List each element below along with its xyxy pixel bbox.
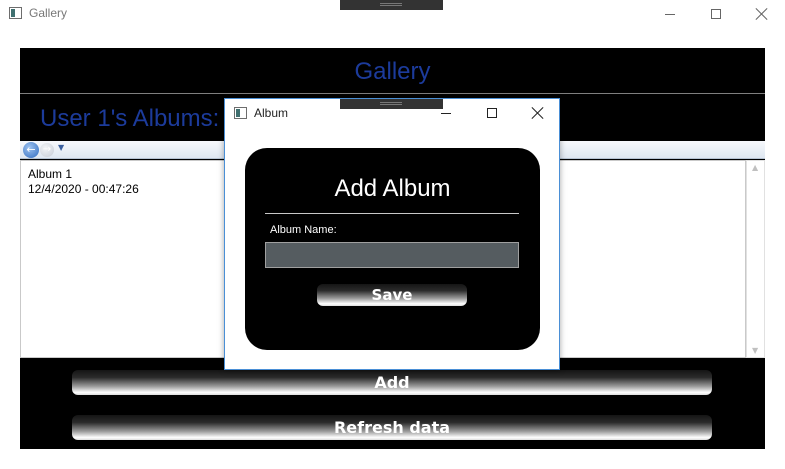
- add-album-dialog: Album Add Album Album Name: Save: [224, 98, 560, 370]
- divider: [265, 213, 519, 214]
- app-icon: [234, 107, 247, 119]
- maximize-button[interactable]: [693, 0, 739, 28]
- close-icon: [756, 8, 768, 20]
- album-name-label: Album Name:: [270, 224, 337, 236]
- maximize-icon: [487, 108, 497, 118]
- list-item[interactable]: Album 1 12/4/2020 - 00:47:26: [28, 167, 139, 197]
- forward-arrow-icon[interactable]: →: [40, 143, 54, 157]
- gallery-header: Gallery: [20, 48, 765, 94]
- gallery-title: Gallery: [354, 58, 431, 85]
- albums-heading: User 1's Albums:: [40, 105, 220, 132]
- album-name: Album 1: [28, 167, 73, 181]
- maximize-icon: [711, 9, 721, 19]
- scroll-down-icon[interactable]: ▼: [752, 346, 758, 355]
- scrollbar[interactable]: ▲ ▼: [746, 160, 765, 358]
- add-button[interactable]: Add: [72, 370, 712, 395]
- dialog-close-button[interactable]: [515, 99, 561, 127]
- minimize-icon: [665, 13, 675, 15]
- minimize-icon: [441, 112, 451, 114]
- drag-handle[interactable]: [340, 0, 443, 10]
- close-button[interactable]: [739, 0, 785, 28]
- back-arrow-icon[interactable]: ←: [23, 142, 39, 158]
- refresh-data-button[interactable]: Refresh data: [72, 415, 712, 440]
- album-name-input[interactable]: [265, 242, 519, 268]
- dialog-title: Album: [254, 106, 289, 120]
- save-button[interactable]: Save: [317, 284, 467, 306]
- window-title: Gallery: [29, 6, 68, 20]
- card-title: Add Album: [334, 175, 451, 202]
- chevron-down-icon[interactable]: ▼: [58, 143, 64, 152]
- add-album-card: Add Album Album Name: Save: [245, 148, 540, 350]
- dialog-drag-handle[interactable]: [340, 99, 443, 109]
- album-date: 12/4/2020 - 00:47:26: [28, 182, 139, 196]
- scroll-up-icon[interactable]: ▲: [752, 163, 758, 172]
- minimize-button[interactable]: [647, 0, 693, 28]
- dialog-maximize-button[interactable]: [469, 99, 515, 127]
- close-icon: [532, 107, 544, 119]
- app-icon: [9, 7, 22, 19]
